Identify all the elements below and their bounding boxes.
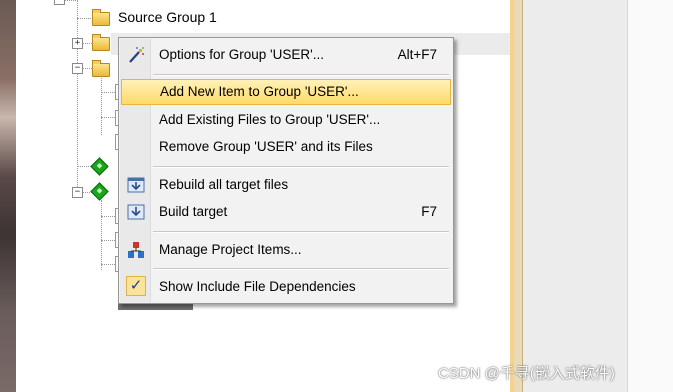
watermark-text: CSDN @千寻(嵌入式软件) <box>438 365 615 382</box>
menu-item-label: Build target <box>159 204 228 219</box>
build-icon <box>127 203 145 221</box>
menu-separator <box>153 74 449 76</box>
tree-guide-line <box>77 0 78 60</box>
menu-item-remove-group[interactable]: Remove Group 'USER' and its Files <box>121 134 451 160</box>
open-folder-icon <box>92 60 110 77</box>
tree-expander[interactable]: − <box>54 0 65 5</box>
tree-expander[interactable]: + <box>72 38 83 49</box>
tree-expander[interactable]: − <box>72 187 83 198</box>
splitter-gutter[interactable] <box>514 0 523 392</box>
tree-guide-line <box>101 75 102 135</box>
menu-item-label: Remove Group 'USER' and its Files <box>159 139 373 154</box>
target-icon <box>90 182 109 201</box>
target-icon <box>90 157 109 176</box>
manage-items-icon <box>127 241 145 259</box>
tree-expander[interactable]: − <box>72 63 83 74</box>
menu-item-add-new-item[interactable]: Add New Item to Group 'USER'... <box>121 79 451 105</box>
tree-guide-line <box>82 43 92 44</box>
folder-icon <box>92 9 110 26</box>
wand-icon <box>127 46 145 64</box>
menu-item-shortcut: Alt+F7 <box>397 47 437 62</box>
tree-guide-line <box>101 264 115 265</box>
menu-item-build-target[interactable]: Build target F7 <box>121 199 451 225</box>
right-panel <box>627 0 673 392</box>
menu-item-label: Rebuild all target files <box>159 177 289 192</box>
menu-item-rebuild-all[interactable]: Rebuild all target files <box>121 172 451 198</box>
tree-guide-line <box>101 92 115 93</box>
menu-item-manage-project-items[interactable]: Manage Project Items... <box>121 237 451 263</box>
menu-separator <box>153 231 449 233</box>
menu-item-label: Show Include File Dependencies <box>159 279 356 294</box>
editor-area <box>523 0 627 392</box>
tree-guide-line <box>101 117 115 118</box>
rebuild-icon <box>127 176 145 194</box>
tree-guide-line <box>101 240 115 241</box>
tree-item-source-group-1[interactable]: Source Group 1 <box>118 9 217 25</box>
menu-item-label: Add Existing Files to Group 'USER'... <box>159 112 381 127</box>
tree-guide-line <box>77 60 78 195</box>
context-menu: Options for Group 'USER'... Alt+F7 Add N… <box>118 37 454 304</box>
tree-guide-line <box>77 18 91 19</box>
menu-item-shortcut: F7 <box>421 204 437 219</box>
menu-item-add-existing-files[interactable]: Add Existing Files to Group 'USER'... <box>121 107 451 133</box>
menu-item-label: Manage Project Items... <box>159 242 302 257</box>
menu-item-label: Add New Item to Group 'USER'... <box>160 84 359 99</box>
menu-item-label: Options for Group 'USER'... <box>159 47 324 62</box>
tree-guide-line <box>77 166 91 167</box>
folder-icon <box>92 34 110 51</box>
menu-item-options-for-group[interactable]: Options for Group 'USER'... Alt+F7 <box>121 42 451 68</box>
menu-item-show-include-deps[interactable]: ✓ Show Include File Dependencies <box>121 274 451 300</box>
background-photo-strip <box>0 0 16 392</box>
tree-guide-line <box>101 216 115 217</box>
checkmark-icon: ✓ <box>126 276 146 296</box>
menu-separator <box>153 166 449 168</box>
tree-guide-line <box>82 68 92 69</box>
menu-separator <box>153 268 449 270</box>
tree-guide-line <box>101 200 102 270</box>
